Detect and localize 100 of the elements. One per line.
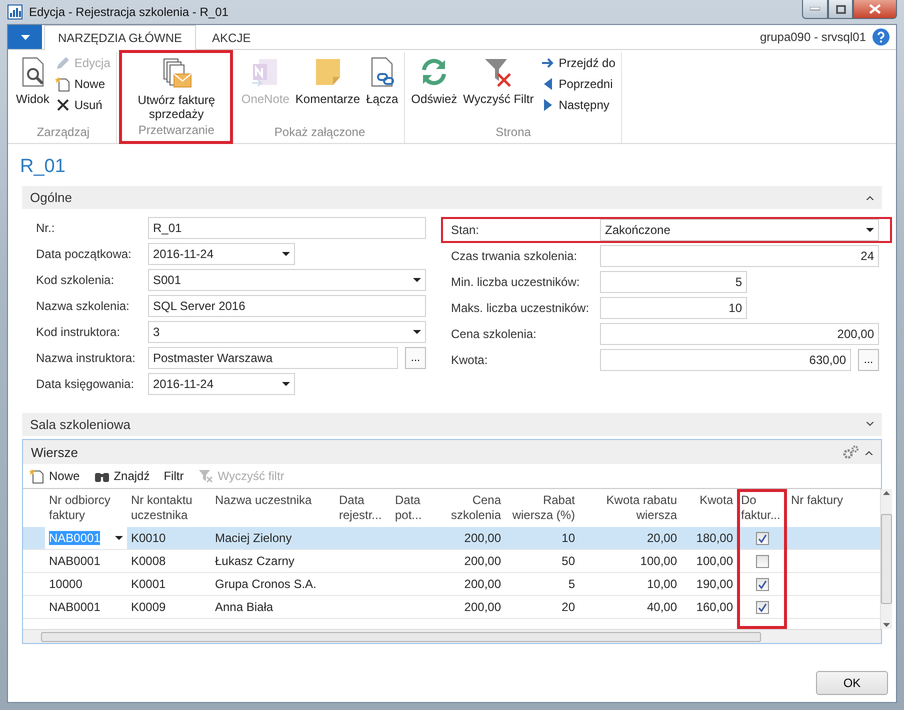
horizontal-scrollbar[interactable] [23, 629, 881, 643]
ribbon-button[interactable]: Łącza [364, 52, 400, 106]
dropdown-field[interactable]: 2016-11-24 [148, 243, 295, 265]
help-icon[interactable] [872, 28, 890, 46]
ribbon-button[interactable]: Widok [14, 52, 52, 106]
field-label: Data księgowania: [36, 377, 136, 391]
field-label: Nr.: [36, 221, 56, 235]
input-field[interactable]: SQL Server 2016 [148, 295, 426, 317]
field-label: Nazwa szkolenia: [36, 299, 130, 313]
delete-icon [55, 97, 72, 113]
group-label: Pokaż załączone [273, 125, 366, 141]
column-header[interactable]: Kwota rabatu wiersza [579, 489, 681, 527]
table-cell: 20,00 [579, 527, 681, 550]
app-menu-button[interactable] [8, 25, 42, 49]
ribbon-tab[interactable]: AKCJE [198, 25, 265, 49]
column-header[interactable]: Nazwa uczestnika [211, 489, 335, 527]
field-label: Kod szkolenia: [36, 273, 116, 287]
column-header[interactable]: Rabat wiersza (%) [505, 489, 579, 527]
table-cell: 180,00 [681, 527, 737, 550]
collapse-icon [865, 450, 873, 454]
user-server-label: grupa090 - srvsql01 [760, 30, 866, 44]
column-header[interactable]: Cena szkolenia [439, 489, 505, 527]
gears-icon[interactable] [843, 445, 859, 459]
dropdown-field[interactable]: 2016-11-24 [148, 373, 295, 395]
section-header[interactable]: Ogólne [22, 186, 882, 209]
column-header[interactable]: Do faktur... [737, 489, 787, 527]
checkbox[interactable] [756, 532, 768, 544]
ribbon-button[interactable]: Poprzedni [538, 75, 618, 93]
field-label: Maks. liczba uczestników: [451, 301, 590, 315]
table-cell: K0010 [127, 527, 211, 550]
toolbar-button[interactable]: Filtr [164, 469, 184, 483]
field-label: Cena szkolenia: [451, 327, 538, 341]
input-field[interactable]: 24 [600, 245, 879, 267]
table-cell: 200,00 [439, 527, 505, 550]
column-header[interactable]: Kwota [681, 489, 737, 527]
dropdown-field[interactable]: 3 [148, 321, 426, 343]
ribbon-button[interactable]: Przejdź do [538, 54, 618, 72]
table-cell: Maciej Zielony [211, 527, 335, 550]
expand-icon [866, 422, 874, 427]
ribbon-button[interactable]: Usuń [53, 96, 112, 114]
input-field[interactable]: R_01 [148, 217, 426, 239]
section-header[interactable]: Sala szkoleniowa [22, 413, 882, 436]
table-cell: 10 [505, 527, 579, 550]
column-header[interactable]: Nr kontaktu uczestnika [127, 489, 211, 527]
ribbon-button[interactable]: Następny [538, 96, 618, 114]
dropdown-field[interactable]: Zakończone [600, 219, 879, 241]
ribbon-button[interactable]: Utwórz fakturę sprzedaży [126, 53, 226, 121]
ribbon-button[interactable]: Wyczyść Filtr [461, 52, 536, 106]
maximize-icon [836, 4, 846, 14]
checkbox[interactable] [756, 578, 768, 590]
input-field[interactable]: 5 [600, 271, 747, 293]
collapse-icon [866, 195, 874, 200]
dropdown-arrow-icon [282, 252, 290, 256]
input-field[interactable]: 630,00 [600, 349, 851, 371]
group-label: Przetwarzanie [137, 123, 216, 139]
selected-text: NAB0001 [49, 531, 100, 545]
lookup-button[interactable]: ... [858, 349, 879, 371]
dropdown-arrow-icon [413, 278, 421, 282]
panel-title: Wiersze [31, 444, 78, 460]
group-label: Zarządzaj [36, 125, 91, 141]
field-label: Kwota: [451, 353, 489, 367]
field-label: Kod instruktora: [36, 325, 122, 339]
new-document-icon [55, 76, 72, 92]
column-header[interactable]: Data rejestr... [335, 489, 391, 527]
input-field[interactable]: Postmaster Warszawa [148, 347, 398, 369]
minimize-button[interactable] [802, 0, 828, 19]
vertical-scrollbar[interactable] [880, 489, 892, 629]
funnel-cross-icon [198, 468, 214, 484]
ribbon-button[interactable]: Odśwież [409, 52, 460, 106]
new-document-icon [29, 468, 45, 484]
dropdown-arrow-icon [866, 228, 874, 232]
dropdown-arrow-icon [282, 382, 290, 386]
toolbar-button[interactable]: Nowe [29, 468, 80, 484]
dropdown-field[interactable]: S001 [148, 269, 426, 291]
pencil-icon [55, 55, 72, 71]
maximize-button[interactable] [828, 0, 853, 19]
input-field[interactable]: 200,00 [600, 323, 879, 345]
close-button[interactable] [853, 0, 897, 19]
field-label: Nazwa instruktora: [36, 351, 136, 365]
ribbon-tab[interactable]: NARZĘDZIA GŁÓWNE [44, 25, 196, 50]
lookup-button[interactable]: ... [405, 347, 426, 369]
toolbar-button[interactable]: Znajdź [94, 468, 150, 484]
ribbon-button[interactable]: Nowe [53, 75, 112, 93]
field-label: Data początkowa: [36, 247, 132, 261]
ok-button[interactable]: OK [816, 671, 888, 695]
column-header[interactable]: Nr faktury [787, 489, 880, 527]
column-header[interactable]: Data pot... [391, 489, 439, 527]
dropdown-arrow-icon [115, 536, 123, 540]
checkbox[interactable] [756, 554, 768, 568]
ribbon-button[interactable]: Komentarze [293, 52, 362, 106]
scroll-down-icon[interactable] [883, 623, 890, 627]
minimize-icon [810, 7, 820, 11]
column-header[interactable]: Nr odbiorcy faktury [45, 489, 127, 527]
scroll-up-icon[interactable] [883, 491, 890, 495]
caret-icon [20, 34, 30, 40]
input-field[interactable]: 10 [600, 297, 747, 319]
close-icon [869, 4, 881, 14]
field-label: Stan: [451, 223, 480, 237]
checkbox[interactable] [756, 600, 768, 614]
field-label: Min. liczba uczestników: [451, 275, 581, 289]
